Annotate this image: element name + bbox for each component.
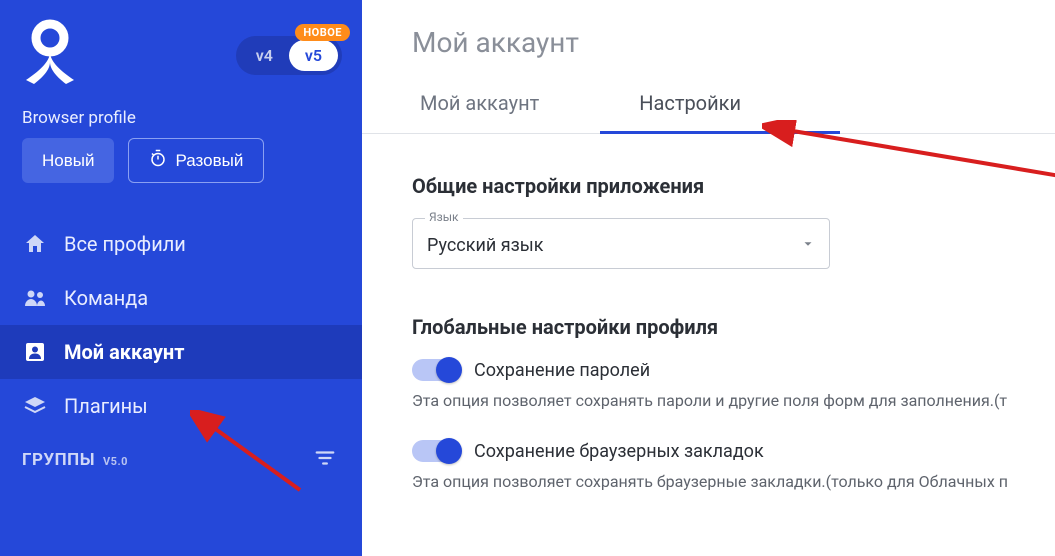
sidebar-nav: Все профили Команда Мой аккаунт Плагины [0, 217, 362, 433]
sidebar-item-plugins[interactable]: Плагины [0, 379, 362, 433]
toggle-save-bookmarks[interactable] [412, 440, 460, 462]
sidebar-item-label: Команда [64, 286, 148, 310]
home-icon [22, 231, 48, 257]
sidebar-item-label: Мой аккаунт [64, 340, 184, 364]
tab-underline [600, 131, 840, 134]
badge-new: НОВОЕ [295, 24, 350, 41]
toggle-save-bookmarks-label: Сохранение браузерных закладок [474, 441, 764, 462]
version-v4[interactable]: v4 [240, 40, 289, 71]
browser-profile-label: Browser profile [0, 102, 362, 138]
sidebar-item-label: Плагины [64, 394, 148, 418]
language-value: Русский язык [427, 235, 543, 256]
toggle-save-passwords[interactable] [412, 359, 460, 381]
disposable-button-label: Разовый [175, 151, 243, 171]
sidebar-item-my-account[interactable]: Мой аккаунт [0, 325, 362, 379]
groups-version: V5.0 [103, 455, 128, 468]
groups-heading: ГРУППЫ V5.0 [22, 450, 128, 470]
page-title: Мой аккаунт [362, 18, 1055, 81]
toggle-save-bookmarks-desc: Эта опция позволяет сохранять браузерные… [412, 472, 1055, 491]
sidebar-item-all-profiles[interactable]: Все профили [0, 217, 362, 271]
main-content: Мой аккаунт Мой аккаунт Настройки Общие … [362, 0, 1055, 556]
toggle-save-passwords-desc: Эта опция позволяет сохранять пароли и д… [412, 391, 1055, 410]
new-profile-button[interactable]: Новый [22, 138, 114, 183]
language-legend: Язык [425, 210, 463, 224]
tabs: Мой аккаунт Настройки [362, 81, 1055, 134]
version-toggle[interactable]: v4 v5 НОВОЕ [236, 36, 342, 75]
tab-settings[interactable]: Настройки [639, 81, 741, 133]
sidebar-item-label: Все профили [64, 232, 186, 256]
toggle-save-passwords-label: Сохранение паролей [474, 360, 650, 381]
app-settings-heading: Общие настройки приложения [412, 174, 1055, 198]
disposable-profile-button[interactable]: Разовый [128, 138, 264, 183]
stopwatch-icon [149, 149, 167, 172]
chevron-down-icon [801, 236, 815, 255]
account-icon [22, 339, 48, 365]
version-v5[interactable]: v5 [289, 40, 338, 71]
profile-settings-heading: Глобальные настройки профиля [412, 315, 1055, 339]
language-select[interactable]: Язык Русский язык [412, 218, 830, 269]
team-icon [22, 285, 48, 311]
tab-my-account[interactable]: Мой аккаунт [420, 81, 539, 133]
filter-icon[interactable] [314, 447, 336, 473]
plugins-icon [22, 393, 48, 419]
sidebar-item-team[interactable]: Команда [0, 271, 362, 325]
app-logo [20, 16, 80, 94]
sidebar: v4 v5 НОВОЕ Browser profile Новый Разовы… [0, 0, 362, 556]
